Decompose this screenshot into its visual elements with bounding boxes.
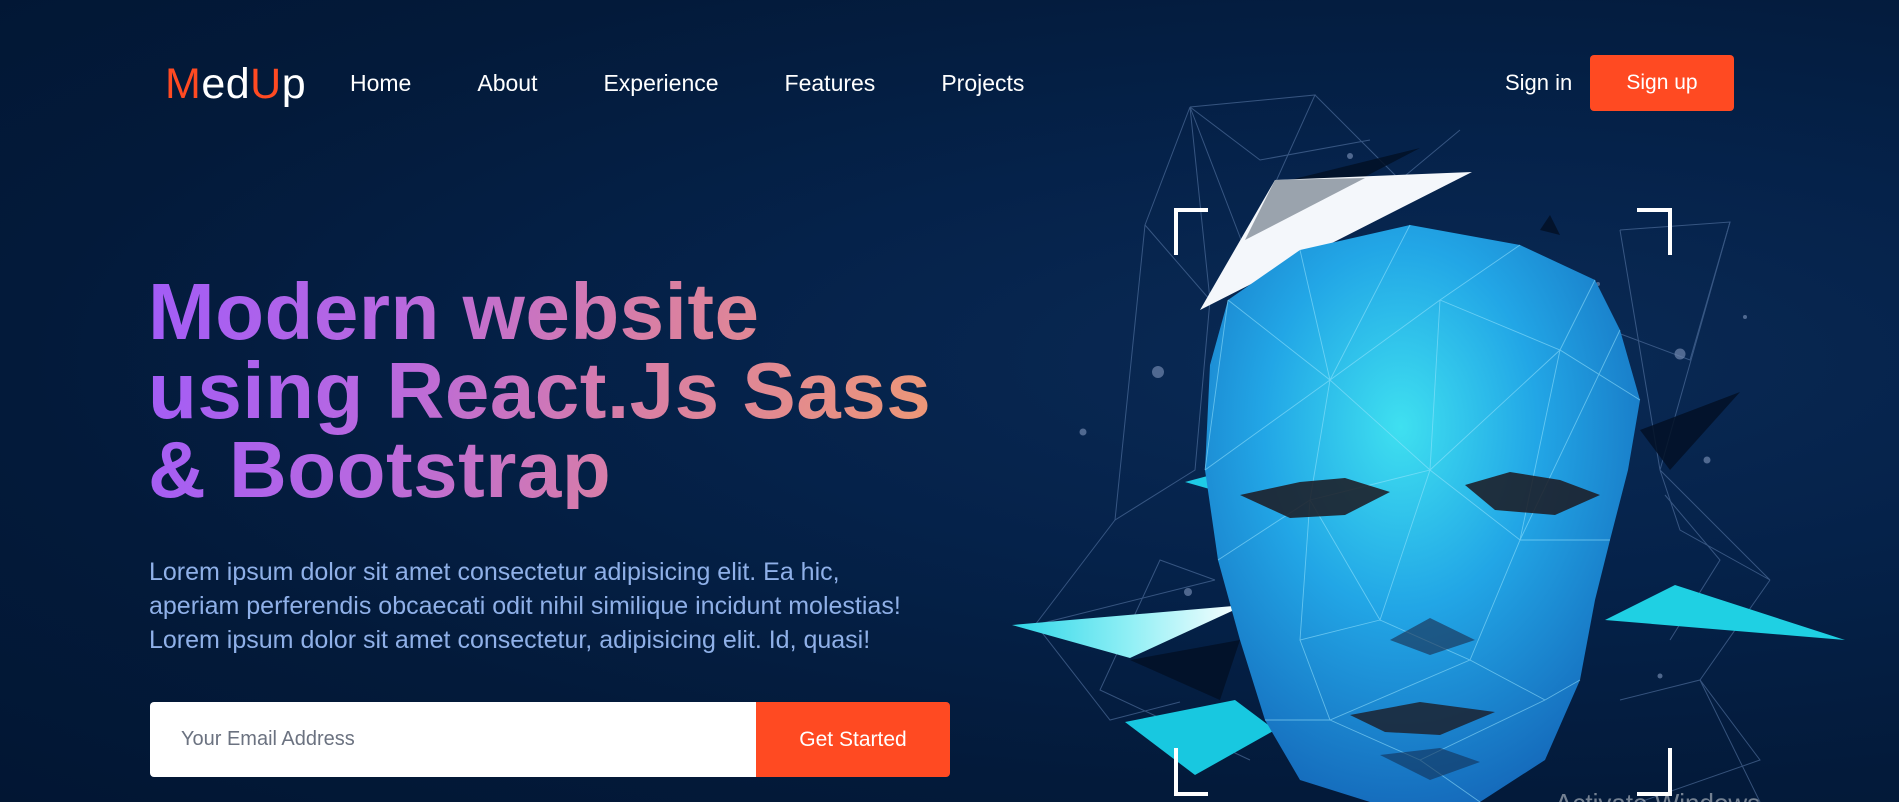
hero-title: Modern website using React.Js Sass & Boo… bbox=[148, 272, 948, 509]
nav-link-home[interactable]: Home bbox=[350, 68, 411, 98]
nav-link-experience[interactable]: Experience bbox=[603, 68, 718, 98]
logo-letters-ed: ed bbox=[201, 60, 251, 108]
windows-activation-watermark: Activate Windows bbox=[1555, 788, 1760, 802]
hero-title-line: using React.Js Sass bbox=[148, 346, 932, 435]
email-input[interactable] bbox=[150, 702, 756, 777]
logo-letter-m: M bbox=[165, 60, 202, 108]
landing-page: MedUp Home About Experience Features Pro… bbox=[0, 0, 1899, 802]
nav-link-about[interactable]: About bbox=[477, 68, 537, 98]
hero-title-line: Modern website bbox=[148, 267, 760, 356]
email-signup-form: Get Started bbox=[150, 702, 950, 777]
get-started-button[interactable]: Get Started bbox=[756, 702, 950, 777]
logo[interactable]: MedUp bbox=[165, 58, 306, 110]
logo-letter-u: U bbox=[250, 60, 282, 108]
hero-description-line: Lorem ipsum dolor sit amet consectetur, … bbox=[149, 626, 871, 654]
logo-letter-p: p bbox=[281, 60, 307, 108]
nav-link-features[interactable]: Features bbox=[785, 68, 876, 98]
nav-links: Home About Experience Features Projects bbox=[350, 68, 1090, 98]
hero-description-line: aperiam perferendis obcaecati odit nihil… bbox=[149, 592, 901, 620]
hero-title-line: & Bootstrap bbox=[148, 425, 612, 514]
low-poly-face-illustration bbox=[1012, 94, 1845, 802]
hero-description: Lorem ipsum dolor sit amet consectetur a… bbox=[149, 555, 949, 657]
face-mesh bbox=[1204, 224, 1641, 802]
hero-description-line: Lorem ipsum dolor sit amet consectetur a… bbox=[149, 558, 840, 586]
